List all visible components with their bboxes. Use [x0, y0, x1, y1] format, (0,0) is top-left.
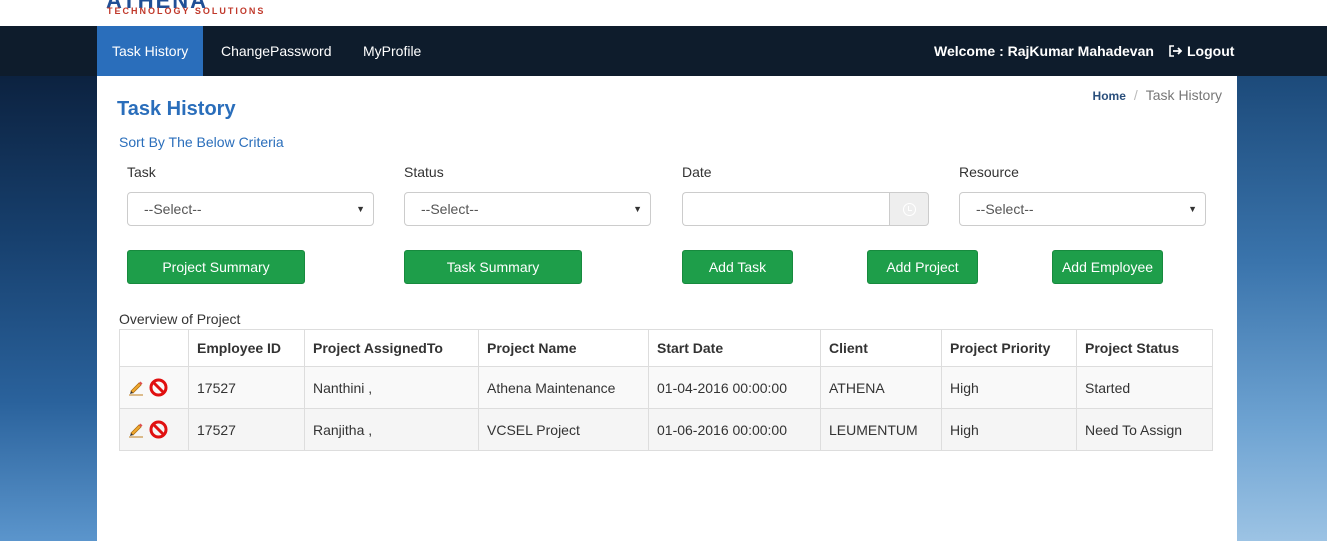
cell-status: Started — [1076, 366, 1213, 409]
logout-label: Logout — [1187, 43, 1235, 59]
task-filter-label: Task — [127, 164, 156, 180]
column-header-project-name: Project Name — [478, 329, 649, 367]
resource-select-value: --Select-- — [976, 201, 1034, 217]
date-picker-button[interactable] — [889, 192, 929, 226]
table-row: 17527 Ranjitha , VCSEL Project 01-06-201… — [119, 408, 1213, 451]
add-task-button[interactable]: Add Task — [682, 250, 793, 284]
nav-change-password[interactable]: ChangePassword — [206, 26, 347, 76]
cell-priority: High — [941, 366, 1077, 409]
cell-employee-id: 17527 — [188, 366, 305, 409]
delete-no-icon[interactable] — [149, 420, 168, 439]
column-header-status: Project Status — [1076, 329, 1213, 367]
column-header-priority: Project Priority — [941, 329, 1077, 367]
chevron-down-icon: ▼ — [633, 204, 642, 214]
row-actions — [119, 408, 189, 451]
welcome-text: Welcome : RajKumar Mahadevan — [934, 43, 1154, 59]
navbar: Task History ChangePassword MyProfile We… — [0, 26, 1327, 76]
nav-task-history[interactable]: Task History — [97, 26, 204, 76]
sign-out-icon — [1169, 45, 1183, 57]
cell-status: Need To Assign — [1076, 408, 1213, 451]
status-select[interactable]: --Select-- ▼ — [404, 192, 651, 226]
clock-icon — [903, 203, 916, 216]
date-input[interactable] — [682, 192, 890, 226]
cell-start-date: 01-04-2016 00:00:00 — [648, 366, 821, 409]
cell-employee-id: 17527 — [188, 408, 305, 451]
row-actions — [119, 366, 189, 409]
cell-project-name: Athena Maintenance — [478, 366, 649, 409]
delete-no-icon[interactable] — [149, 378, 168, 397]
background-left — [0, 76, 97, 541]
breadcrumb-current: Task History — [1145, 87, 1222, 103]
project-summary-button[interactable]: Project Summary — [127, 250, 305, 284]
column-header-employee-id: Employee ID — [188, 329, 305, 367]
column-header-assigned-to: Project AssignedTo — [304, 329, 479, 367]
breadcrumb-separator: / — [1133, 87, 1138, 103]
add-project-button[interactable]: Add Project — [867, 250, 978, 284]
cell-priority: High — [941, 408, 1077, 451]
nav-my-profile[interactable]: MyProfile — [348, 26, 436, 76]
table-caption: Overview of Project — [119, 311, 241, 327]
task-summary-button[interactable]: Task Summary — [404, 250, 582, 284]
table-header-row: Employee ID Project AssignedTo Project N… — [119, 329, 1213, 367]
cell-client: ATHENA — [820, 366, 942, 409]
breadcrumb-home[interactable]: Home — [1093, 89, 1126, 103]
task-select-value: --Select-- — [144, 201, 202, 217]
chevron-down-icon: ▼ — [1188, 204, 1197, 214]
add-employee-button[interactable]: Add Employee — [1052, 250, 1163, 284]
column-header-start-date: Start Date — [648, 329, 821, 367]
logout-link[interactable]: Logout — [1169, 26, 1234, 76]
resource-filter-label: Resource — [959, 164, 1019, 180]
logo-tagline: TECHNOLOGY SOLUTIONS — [107, 6, 266, 16]
cell-project-name: VCSEL Project — [478, 408, 649, 451]
cell-assigned-to: Ranjitha , — [304, 408, 479, 451]
task-select[interactable]: --Select-- ▼ — [127, 192, 374, 226]
chevron-down-icon: ▼ — [356, 204, 365, 214]
edit-pencil-icon[interactable] — [128, 421, 145, 438]
table-row: 17527 Nanthini , Athena Maintenance 01-0… — [119, 366, 1213, 409]
cell-start-date: 01-06-2016 00:00:00 — [648, 408, 821, 451]
date-filter-label: Date — [682, 164, 712, 180]
main-panel: Task History Home / Task History Sort By T… — [97, 76, 1237, 541]
logo-bar: ATHENA TECHNOLOGY SOLUTIONS — [0, 0, 1327, 26]
status-select-value: --Select-- — [421, 201, 479, 217]
breadcrumb: Home / Task History — [1093, 87, 1222, 103]
cell-assigned-to: Nanthini , — [304, 366, 479, 409]
column-header-client: Client — [820, 329, 942, 367]
sort-criteria-label: Sort By The Below Criteria — [119, 134, 284, 150]
column-header-actions — [119, 329, 189, 367]
status-filter-label: Status — [404, 164, 444, 180]
page-title: Task History — [117, 98, 236, 120]
background-right — [1237, 76, 1327, 541]
resource-select[interactable]: --Select-- ▼ — [959, 192, 1206, 226]
project-table: Employee ID Project AssignedTo Project N… — [119, 329, 1213, 451]
edit-pencil-icon[interactable] — [128, 379, 145, 396]
cell-client: LEUMENTUM — [820, 408, 942, 451]
